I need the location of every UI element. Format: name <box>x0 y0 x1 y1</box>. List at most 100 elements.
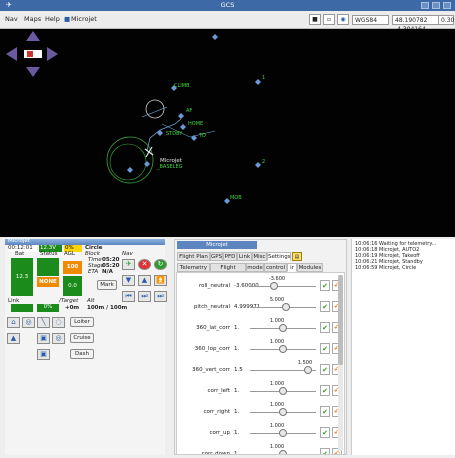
pan-right-icon[interactable] <box>47 47 58 61</box>
waypoint-label-mob: MOB <box>230 195 242 201</box>
takeoff-icon[interactable]: ✈ <box>122 259 135 270</box>
slider-value: 1.000 <box>269 318 285 324</box>
waypoint-label-af: AF <box>186 108 192 114</box>
prev-block-icon[interactable]: ⏮ <box>122 291 135 302</box>
slider-knob[interactable] <box>281 303 290 311</box>
slider-knob[interactable] <box>303 366 312 374</box>
slider-knob[interactable] <box>270 282 279 290</box>
pan-control[interactable] <box>6 31 58 77</box>
tab-modules[interactable]: Modules <box>297 263 323 272</box>
slider-knob[interactable] <box>279 387 287 395</box>
zoom-field[interactable]: 0.30 <box>438 15 454 25</box>
save-settings-icon[interactable]: ▤ <box>292 252 302 261</box>
maximize-button[interactable] <box>432 2 440 9</box>
up-arrow-icon[interactable]: ▲ <box>138 275 151 286</box>
tab-link[interactable]: Link <box>237 252 252 261</box>
tab-mode[interactable]: mode <box>246 263 264 272</box>
commit-check-icon[interactable]: ✔ <box>320 280 330 291</box>
aircraft-color-icon: ■ <box>64 15 71 23</box>
waypoint-marker[interactable] <box>191 135 197 141</box>
commit-check-icon[interactable]: ✔ <box>320 343 330 354</box>
settings-panel: Microjet Flight Plan GPS PFD Link Misc S… <box>174 239 347 455</box>
tab-gps[interactable]: GPS <box>210 252 223 261</box>
scrollbar-thumb[interactable] <box>338 275 343 365</box>
status-gauge <box>37 258 59 276</box>
kill-icon[interactable]: ✕ <box>138 259 151 270</box>
waypoint-marker[interactable] <box>144 161 150 167</box>
camera-icon[interactable]: ▣ <box>37 333 50 344</box>
pan-up-icon[interactable] <box>26 31 40 41</box>
up-fast-icon[interactable]: ⏫ <box>154 275 167 286</box>
line-mode-icon[interactable]: ╲ <box>37 317 50 328</box>
loiter-icon[interactable]: ◌ <box>52 317 65 328</box>
waypoint-marker[interactable] <box>178 113 184 119</box>
close-button[interactable] <box>443 2 451 9</box>
next-block-icon[interactable]: ⏭ <box>154 291 167 302</box>
strip-aircraft-name: Microjet <box>8 238 30 244</box>
slider-track[interactable] <box>250 286 316 287</box>
settings-scrollbar[interactable] <box>338 275 343 451</box>
resurrect-icon[interactable]: ↻ <box>154 259 167 270</box>
pan-down-icon[interactable] <box>26 67 40 77</box>
status-label: Status <box>40 251 58 257</box>
setting-row: 360_vert_corr 1.5 1.500 ✔ ↶ <box>180 359 342 380</box>
commit-check-icon[interactable]: ✔ <box>320 448 330 454</box>
commit-check-icon[interactable]: ✔ <box>320 364 330 375</box>
mark-button[interactable]: Mark <box>97 280 117 290</box>
waypoint-marker[interactable] <box>255 162 261 168</box>
slider-knob[interactable] <box>279 450 287 454</box>
waypoint-marker[interactable] <box>127 167 133 173</box>
layers-button[interactable]: ▫ <box>323 14 335 25</box>
tab-misc[interactable]: Misc <box>252 252 267 261</box>
commit-check-icon[interactable]: ✔ <box>320 406 330 417</box>
tab-pfd[interactable]: PFD <box>223 252 237 261</box>
menu-help[interactable]: Help <box>45 15 60 23</box>
tab-flight-params[interactable]: Flight params <box>210 263 246 279</box>
menu-aircraft[interactable]: Microjet <box>71 15 97 23</box>
waypoint-marker[interactable] <box>180 124 186 130</box>
setting-row: 360_lop_corr 1. 1.000 ✔ ↶ <box>180 338 342 359</box>
next-stage-icon[interactable]: ⏭ <box>138 291 151 302</box>
loiter-button[interactable]: Loiter <box>70 317 94 327</box>
globe-icon[interactable]: ◉ <box>337 14 349 25</box>
waypoint-label-1: 1 <box>262 75 265 81</box>
slider-knob[interactable] <box>279 408 287 416</box>
orbit-icon[interactable]: ◎ <box>52 333 65 344</box>
link-value: 0% <box>37 304 59 312</box>
commit-check-icon[interactable]: ✔ <box>320 385 330 396</box>
tab-ir[interactable]: ir <box>287 263 297 272</box>
slider-value: 1.000 <box>269 423 285 429</box>
slider-knob[interactable] <box>279 345 287 353</box>
cruise-button[interactable]: Cruise <box>70 333 94 343</box>
slider-track[interactable] <box>250 454 316 455</box>
commit-check-icon[interactable]: ✔ <box>320 427 330 438</box>
menu-nav[interactable]: Nav <box>5 15 18 23</box>
tab-control[interactable]: control <box>264 263 287 272</box>
pan-left-icon[interactable] <box>6 47 17 61</box>
map-view[interactable]: CLIMB 1 2 HOME STDBY AF TD _BASELEG MOB … <box>0 29 455 237</box>
commit-check-icon[interactable]: ✔ <box>320 322 330 333</box>
house-icon[interactable]: ▲ <box>7 333 20 344</box>
setting-row: corr_down 1. 1.000 ✔ ↶ <box>180 443 342 455</box>
waypoint-marker[interactable] <box>255 79 261 85</box>
minimize-button[interactable] <box>421 2 429 9</box>
circle-mode-icon[interactable]: ◎ <box>22 317 35 328</box>
home-icon[interactable]: ⌂ <box>7 317 20 328</box>
tab-telemetry[interactable]: Telemetry <box>177 263 210 272</box>
projection-select[interactable]: WGS84 <box>352 15 389 25</box>
dash-button[interactable]: Dash <box>70 349 94 359</box>
waypoint-marker[interactable] <box>212 34 218 40</box>
slider-knob[interactable] <box>279 429 287 437</box>
waypoint-marker[interactable] <box>157 130 163 136</box>
menu-maps[interactable]: Maps <box>24 15 41 23</box>
down-arrow-icon[interactable]: ▼ <box>122 275 135 286</box>
slider-knob[interactable] <box>279 324 287 332</box>
parachute-icon[interactable]: ▣ <box>37 349 50 360</box>
commit-check-icon[interactable]: ✔ <box>320 301 330 312</box>
tab-settings[interactable]: Settings <box>267 252 291 261</box>
record-button[interactable]: ■ <box>309 14 321 25</box>
slider-value: 1.000 <box>269 402 285 408</box>
speed-value: 0.0 <box>68 283 77 289</box>
setting-current: 1. <box>234 346 240 352</box>
tab-flight-plan[interactable]: Flight Plan <box>177 252 210 261</box>
